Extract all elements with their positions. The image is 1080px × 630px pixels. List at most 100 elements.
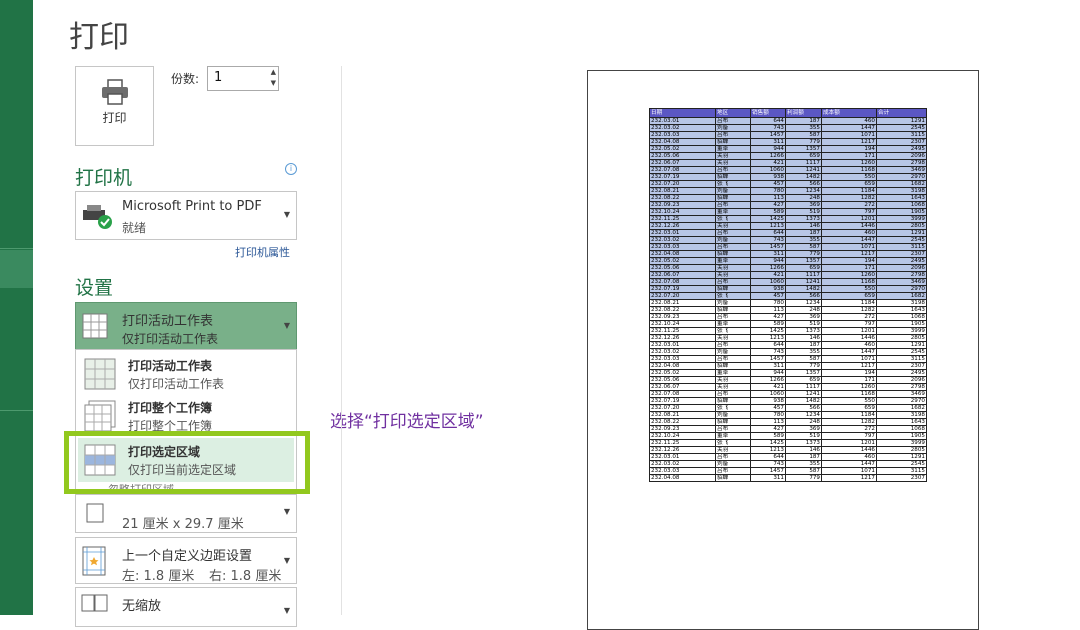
preview-cell: 944	[750, 257, 786, 265]
backstage-nav-bar	[0, 0, 33, 615]
preview-cell: 589	[750, 208, 786, 216]
preview-cell: 232.11.25	[649, 439, 716, 447]
preview-cell: 113	[750, 194, 786, 202]
preview-cell: 232.03.03	[649, 355, 716, 363]
paper-size-dropdown[interactable]: 21 厘米 x 29.7 厘米 ▼	[75, 494, 297, 533]
preview-cell: 3469	[876, 166, 927, 174]
preview-row: 232.03.02 刘备 743 355 1447 2545	[649, 460, 927, 468]
preview-cell: 780	[750, 187, 786, 195]
preview-row: 232.09.23 吕布 427 369 272 1068	[649, 313, 927, 321]
preview-cell: 3115	[876, 131, 927, 139]
selection-highlight-box	[64, 431, 310, 494]
preview-cell: 1217	[821, 474, 877, 482]
info-icon[interactable]: i	[285, 163, 297, 175]
preview-row: 232.03.03 吕布 1457 587 1071 3115	[649, 131, 927, 139]
preview-cell: 232.05.02	[649, 369, 716, 377]
menu-item-print-active-sheets[interactable]: 打印活动工作表 仅打印活动工作表	[78, 352, 294, 396]
preview-cell: 232.07.20	[649, 180, 716, 188]
preview-cell: 1357	[785, 257, 822, 265]
preview-cell: 1213	[750, 222, 786, 230]
spin-down-icon[interactable]: ▼	[271, 79, 276, 87]
preview-cell: 232.10.24	[649, 320, 716, 328]
nav-item-print-selected[interactable]	[0, 250, 33, 288]
preview-cell: 587	[785, 243, 822, 251]
preview-row: 232.07.19 貂蝉 938 1482 550 2970	[649, 173, 927, 181]
copies-stepper[interactable]: 1 ▲ ▼	[207, 66, 279, 91]
preview-cell: 113	[750, 418, 786, 426]
preview-cell: 232.05.06	[649, 152, 716, 160]
preview-cell: 232.11.25	[649, 215, 716, 223]
preview-cell: 关羽	[715, 152, 751, 160]
printer-icon	[102, 79, 128, 105]
preview-cell: 貂蝉	[715, 397, 751, 405]
preview-cell: 1291	[876, 229, 927, 237]
margins-dropdown[interactable]: 上一个自定义边距设置 左: 1.8 厘米 右: 1.8 厘米 ▼	[75, 537, 297, 584]
preview-cell: 311	[750, 250, 786, 258]
preview-cell: 3115	[876, 467, 927, 475]
printer-properties-link[interactable]: 打印机属性	[235, 244, 290, 260]
preview-cell: 3198	[876, 411, 927, 419]
print-preview-page: 日期 地区 销售额 利润额 成本额 合计 232.03.01 吕布 644 187 460 1291…	[587, 70, 979, 630]
preview-cell: 3999	[876, 215, 927, 223]
preview-header-cell: 利润额	[785, 108, 822, 118]
preview-cell: 232.07.20	[649, 292, 716, 300]
print-button-label: 打印	[102, 111, 127, 125]
preview-cell: 589	[750, 432, 786, 440]
preview-cell: 刘备	[715, 236, 751, 244]
chevron-down-icon: ▼	[283, 210, 290, 219]
preview-cell: 2545	[876, 236, 927, 244]
settings-section-title: 设置	[75, 277, 114, 299]
preview-cell: 1184	[821, 411, 877, 419]
preview-cell: 232.09.23	[649, 313, 716, 321]
scaling-dropdown[interactable]: 无缩放 ▼	[75, 587, 297, 627]
preview-cell: 1447	[821, 236, 877, 244]
preview-cell: 1213	[750, 334, 786, 342]
preview-cell: 1446	[821, 446, 877, 454]
preview-row: 232.06.07 关羽 421 1117 1260 2798	[649, 383, 927, 391]
margins-left: 左: 1.8 厘米	[122, 569, 195, 584]
preview-cell: 刘备	[715, 124, 751, 132]
print-what-dropdown[interactable]: 打印活动工作表 仅打印活动工作表 ▼	[75, 302, 297, 350]
preview-cell: 2096	[876, 376, 927, 384]
preview-cell: 2805	[876, 334, 927, 342]
preview-cell: 1071	[821, 467, 877, 475]
preview-row: 232.03.01 吕布 644 187 460 1291	[649, 117, 927, 125]
no-scaling-icon	[81, 594, 108, 612]
preview-cell: 232.10.24	[649, 432, 716, 440]
preview-cell: 3198	[876, 299, 927, 307]
preview-cell: 吕布	[715, 166, 751, 174]
preview-cell: 1457	[750, 467, 786, 475]
preview-row: 232.09.23 吕布 427 369 272 1068	[649, 201, 927, 209]
preview-cell: 232.03.01	[649, 229, 716, 237]
print-button[interactable]: 打印	[75, 66, 154, 146]
preview-cell: 2545	[876, 460, 927, 468]
preview-cell: 587	[785, 355, 822, 363]
preview-cell: 1234	[785, 299, 822, 307]
preview-cell: 427	[750, 201, 786, 209]
preview-cell: 3999	[876, 439, 927, 447]
preview-cell: 2970	[876, 397, 927, 405]
preview-cell: 貂蝉	[715, 474, 751, 482]
preview-cell: 2495	[876, 257, 927, 265]
preview-cell: 659	[785, 152, 822, 160]
preview-cell: 1213	[750, 446, 786, 454]
spin-up-icon[interactable]: ▲	[271, 68, 276, 76]
preview-cell: 1068	[876, 201, 927, 209]
preview-cell: 232.07.20	[649, 404, 716, 412]
preview-cell: 吕布	[715, 355, 751, 363]
preview-cell: 关羽	[715, 376, 751, 384]
preview-cell: 938	[750, 285, 786, 293]
preview-cell: 张飞	[715, 404, 751, 412]
preview-row: 232.07.08 吕布 1060 1241 1168 3469	[649, 278, 927, 286]
preview-row: 232.12.26 关羽 1213 146 1446 2805	[649, 446, 927, 454]
preview-cell: 关羽	[715, 264, 751, 272]
preview-cell: 369	[785, 313, 822, 321]
preview-cell: 232.03.01	[649, 341, 716, 349]
preview-cell: 1682	[876, 180, 927, 188]
printer-dropdown[interactable]: Microsoft Print to PDF 就绪 ▼	[75, 191, 297, 240]
preview-cell: 2307	[876, 362, 927, 370]
preview-cell: 2545	[876, 124, 927, 132]
preview-cell: 1201	[821, 215, 877, 223]
preview-cell: 1457	[750, 131, 786, 139]
preview-cell: 460	[821, 453, 877, 461]
